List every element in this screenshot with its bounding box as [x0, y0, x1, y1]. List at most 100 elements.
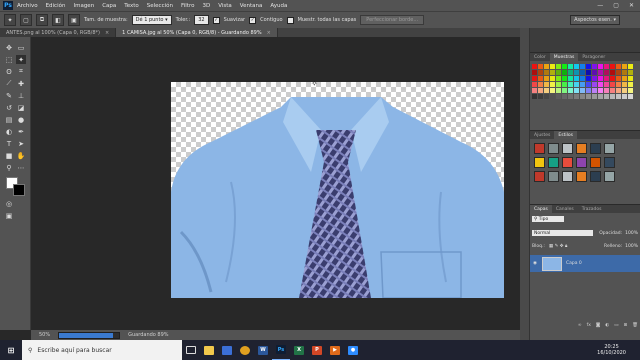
color-swatch[interactable]	[592, 76, 597, 81]
color-swatch[interactable]	[580, 64, 585, 69]
color-swatch[interactable]	[556, 88, 561, 93]
store-icon[interactable]	[218, 340, 236, 360]
artboard-icon[interactable]: ▭	[16, 43, 26, 52]
color-swatch[interactable]	[598, 88, 603, 93]
style-preset[interactable]	[604, 171, 615, 182]
color-swatch[interactable]	[586, 76, 591, 81]
color-swatch[interactable]	[622, 70, 627, 75]
maximize-button[interactable]: ▢	[613, 2, 619, 9]
color-swatch[interactable]	[580, 76, 585, 81]
excel-icon[interactable]: X	[290, 340, 308, 360]
color-swatch[interactable]	[556, 76, 561, 81]
color-swatch[interactable]	[616, 82, 621, 87]
color-swatch[interactable]	[568, 70, 573, 75]
menu-item-imagen[interactable]: Imagen	[73, 3, 94, 9]
color-swatch[interactable]	[532, 64, 537, 69]
color-swatch[interactable]	[616, 70, 621, 75]
adjustment-icon[interactable]: ◐	[605, 323, 609, 328]
color-swatch[interactable]	[598, 64, 603, 69]
mask-icon[interactable]: ◙	[596, 323, 600, 328]
color-swatch[interactable]	[550, 64, 555, 69]
menu-item-archivo[interactable]: Archivo	[17, 3, 38, 9]
zoom-app-icon[interactable]: ●	[344, 340, 362, 360]
menu-item-texto[interactable]: Texto	[124, 3, 139, 9]
tab-color[interactable]: Color	[530, 53, 550, 61]
tab-swatches[interactable]: Muestras	[549, 53, 579, 61]
color-swatch[interactable]	[574, 88, 579, 93]
style-preset[interactable]	[590, 157, 601, 168]
color-swatch[interactable]	[628, 82, 633, 87]
color-swatch[interactable]	[592, 88, 597, 93]
style-preset[interactable]	[548, 171, 559, 182]
color-swatch[interactable]	[574, 94, 579, 99]
fx-icon[interactable]: fx	[587, 323, 591, 328]
color-swatch[interactable]	[622, 94, 627, 99]
color-swatch[interactable]	[628, 76, 633, 81]
color-swatch[interactable]	[562, 88, 567, 93]
color-swatch[interactable]	[586, 94, 591, 99]
color-swatch[interactable]	[610, 70, 615, 75]
color-swatch[interactable]	[574, 76, 579, 81]
style-preset[interactable]	[548, 143, 559, 154]
menu-item-seleccion[interactable]: Selección	[147, 3, 173, 9]
color-swatch[interactable]	[538, 88, 543, 93]
color-swatch[interactable]	[622, 82, 627, 87]
color-swatch[interactable]	[544, 94, 549, 99]
color-swatch[interactable]	[628, 94, 633, 99]
menu-item-ventana[interactable]: Ventana	[240, 3, 263, 9]
photoshop-taskbar-icon[interactable]: Ps	[272, 340, 290, 360]
color-swatch[interactable]	[622, 88, 627, 93]
color-swatch[interactable]	[592, 70, 597, 75]
color-swatch[interactable]	[532, 88, 537, 93]
color-swatch[interactable]	[616, 64, 621, 69]
color-swatch[interactable]	[550, 88, 555, 93]
menu-item-3d[interactable]: 3D	[202, 3, 210, 9]
style-preset[interactable]	[590, 171, 601, 182]
more-tools-icon[interactable]: ⋯	[16, 163, 26, 172]
style-preset[interactable]	[576, 157, 587, 168]
style-preset[interactable]	[576, 143, 587, 154]
color-swatch[interactable]	[538, 82, 543, 87]
style-preset[interactable]	[548, 157, 559, 168]
history-brush-icon[interactable]: ↺	[4, 103, 14, 112]
style-preset[interactable]	[534, 143, 545, 154]
color-swatch[interactable]	[568, 94, 573, 99]
color-swatch[interactable]	[604, 76, 609, 81]
blur-icon[interactable]: ●	[16, 115, 26, 124]
tolerance-input[interactable]: 32	[194, 15, 209, 25]
color-swatch[interactable]	[598, 70, 603, 75]
style-preset[interactable]	[562, 143, 573, 154]
color-swatch[interactable]	[550, 82, 555, 87]
color-swatch[interactable]	[532, 82, 537, 87]
healing-icon[interactable]: ✚	[16, 79, 26, 88]
dodge-icon[interactable]: ◐	[4, 127, 14, 136]
stamp-icon[interactable]: ⊥	[16, 91, 26, 100]
color-swatch[interactable]	[538, 64, 543, 69]
path-select-icon[interactable]: ➤	[16, 139, 26, 148]
fill-value[interactable]: 100%	[625, 244, 638, 249]
zoom-icon[interactable]: ⚲	[4, 163, 14, 172]
antialias-checkbox[interactable]: ✓	[212, 16, 220, 24]
color-swatch[interactable]	[628, 88, 633, 93]
trash-icon[interactable]: 🗑︎	[632, 323, 638, 328]
gradient-icon[interactable]: ▤	[4, 115, 14, 124]
color-swatch[interactable]	[616, 88, 621, 93]
color-swatch[interactable]	[628, 64, 633, 69]
media-icon[interactable]: ▶	[326, 340, 344, 360]
subtract-selection-icon[interactable]: ◧	[52, 14, 64, 26]
tab-canales[interactable]: Canales	[552, 205, 578, 213]
color-swatch[interactable]	[622, 64, 627, 69]
style-preset[interactable]	[590, 143, 601, 154]
style-preset[interactable]	[576, 171, 587, 182]
color-swatch[interactable]	[538, 94, 543, 99]
menu-item-edicion[interactable]: Edición	[46, 3, 66, 9]
magic-wand-icon[interactable]: ✦	[16, 55, 26, 64]
color-swatch[interactable]	[580, 82, 585, 87]
document-canvas[interactable]	[171, 82, 504, 298]
color-swatch[interactable]	[604, 88, 609, 93]
layer-row[interactable]: ◉ Capa 0	[530, 255, 640, 272]
color-swatch[interactable]	[538, 76, 543, 81]
color-swatch[interactable]	[562, 94, 567, 99]
color-swatch[interactable]	[544, 88, 549, 93]
word-icon[interactable]: W	[254, 340, 272, 360]
